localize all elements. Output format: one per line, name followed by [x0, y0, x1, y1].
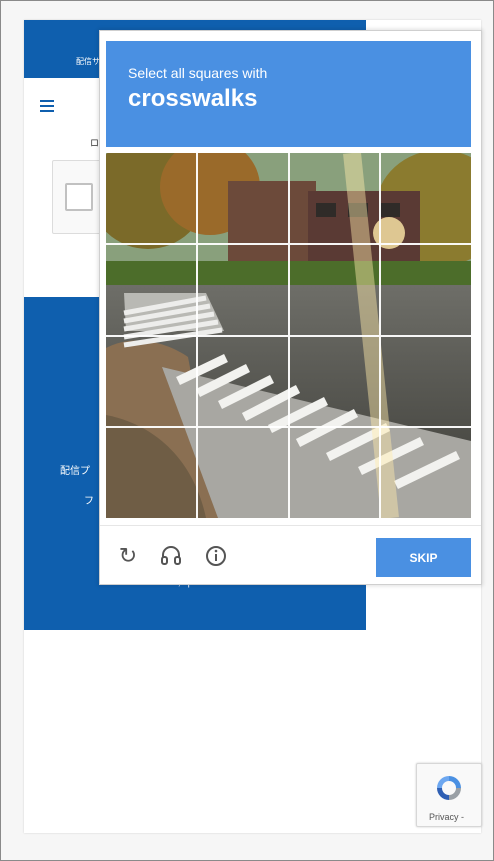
hamburger-menu-icon[interactable]	[40, 100, 54, 115]
content-text-2: フ	[84, 496, 94, 507]
recaptcha-logo-icon	[437, 776, 461, 800]
captcha-checkbox[interactable]	[65, 183, 93, 211]
captcha-tile-3[interactable]	[288, 153, 381, 244]
captcha-keyword: crosswalks	[128, 85, 258, 112]
captcha-tile-15[interactable]	[288, 427, 381, 518]
captcha-tile-6[interactable]	[196, 243, 289, 336]
captcha-tile-1[interactable]	[106, 153, 197, 244]
captcha-tile-14[interactable]	[196, 427, 289, 518]
reload-icon[interactable]: ↻	[116, 544, 140, 568]
captcha-tile-7[interactable]	[288, 243, 381, 336]
page-label-text: ロ	[90, 138, 100, 148]
captcha-tile-8[interactable]	[380, 243, 471, 336]
captcha-tile-2[interactable]	[196, 153, 289, 244]
captcha-tile-13[interactable]	[106, 427, 197, 518]
captcha-tile-10[interactable]	[196, 335, 289, 428]
captcha-image-grid	[106, 153, 471, 518]
skip-button[interactable]: SKIP	[376, 538, 471, 577]
banner-text: 配信サ	[76, 57, 100, 66]
privacy-link[interactable]: Privacy -	[429, 812, 464, 822]
captcha-instruction: Select all squares with	[128, 65, 268, 81]
captcha-tile-9[interactable]	[106, 335, 197, 428]
recaptcha-badge[interactable]: Privacy -	[416, 763, 482, 827]
captcha-tile-16[interactable]	[380, 427, 471, 518]
captcha-dialog: Select all squares with crosswalks ↻ SKI…	[99, 30, 482, 585]
info-icon[interactable]	[204, 544, 228, 568]
captcha-tile-11[interactable]	[288, 335, 381, 428]
captcha-tile-12[interactable]	[380, 335, 471, 428]
captcha-header: Select all squares with crosswalks	[106, 41, 471, 147]
captcha-tile-4[interactable]	[380, 153, 471, 244]
content-text-1: 配信プ	[60, 466, 90, 477]
captcha-tile-5[interactable]	[106, 243, 197, 336]
captcha-footer: ↻ SKIP	[100, 525, 481, 585]
headphones-icon[interactable]	[159, 544, 183, 568]
